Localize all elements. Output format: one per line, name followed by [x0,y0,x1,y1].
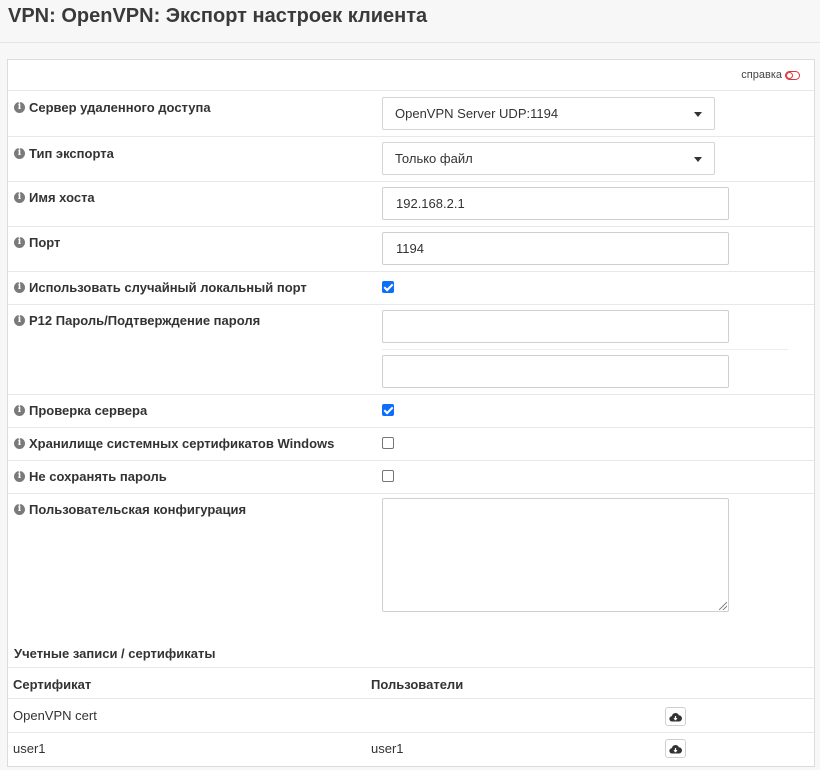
info-icon[interactable]: i [14,438,25,449]
divider [8,732,814,733]
column-header-users: Пользователи [371,677,464,692]
certificate-cell: OpenVPN cert [13,708,97,723]
remote-server-select[interactable]: OpenVPN Server UDP:1194 [382,97,715,130]
help-toggle[interactable]: справка [741,69,800,81]
chevron-down-icon [694,112,702,117]
divider [8,394,814,395]
info-icon[interactable]: i [14,102,25,113]
divider [8,460,814,461]
info-icon[interactable]: i [14,192,25,203]
windows-cert-store-checkbox[interactable] [382,437,394,449]
divider [8,304,814,305]
page-title: VPN: OpenVPN: Экспорт настроек клиента [8,5,428,27]
p12-password-input[interactable] [382,310,729,343]
accounts-section-title: Учетные записи / сертификаты [14,646,216,661]
hostname-label: i Имя хоста [14,190,95,205]
dont-save-password-label: i Не сохранять пароль [14,469,167,484]
help-label: справка [741,69,782,81]
p12-password-label: i P12 Пароль/Подтверждение пароля [14,313,260,328]
divider [8,493,814,494]
page-header: VPN: OpenVPN: Экспорт настроек клиента [0,0,820,43]
divider [8,698,814,699]
remote-server-label: i Сервер удаленного доступа [14,100,211,115]
info-icon[interactable]: i [14,148,25,159]
windows-cert-store-label: i Хранилище системных сертификатов Windo… [14,436,334,451]
info-icon[interactable]: i [14,405,25,416]
info-icon[interactable]: i [14,504,25,515]
p12-password-confirm-input[interactable] [382,355,729,388]
toggle-icon [785,70,800,80]
info-icon[interactable]: i [14,471,25,482]
cloud-download-icon [669,744,682,754]
divider [382,349,788,350]
verify-server-label: i Проверка сервера [14,403,147,418]
divider [8,226,814,227]
export-settings-card: справка i Сервер удаленного доступа Open… [7,59,815,767]
divider [8,181,814,182]
random-local-port-checkbox[interactable] [382,281,394,293]
export-type-label: i Тип экспорта [14,146,114,161]
users-cell: user1 [371,741,404,756]
random-local-port-label: i Использовать случайный локальный порт [14,280,307,295]
export-type-select[interactable]: Только файл [382,142,715,175]
info-icon[interactable]: i [14,237,25,248]
hostname-input[interactable]: 192.168.2.1 [382,187,729,220]
resize-handle[interactable] [719,602,727,610]
divider [8,427,814,428]
download-button[interactable] [665,707,686,726]
divider [8,667,814,668]
custom-config-label: i Пользовательская конфигурация [14,502,246,517]
custom-config-textarea[interactable] [382,498,729,612]
dont-save-password-checkbox[interactable] [382,470,394,482]
certificate-cell: user1 [13,741,46,756]
cloud-download-icon [669,712,682,722]
divider [8,271,814,272]
divider [8,90,814,91]
info-icon[interactable]: i [14,282,25,293]
column-header-certificate: Сертификат [13,677,92,692]
chevron-down-icon [694,157,702,162]
port-input[interactable]: 1194 [382,232,729,265]
port-label: i Порт [14,235,60,250]
divider [8,136,814,137]
info-icon[interactable]: i [14,315,25,326]
download-button[interactable] [665,739,686,758]
verify-server-checkbox[interactable] [382,404,394,416]
